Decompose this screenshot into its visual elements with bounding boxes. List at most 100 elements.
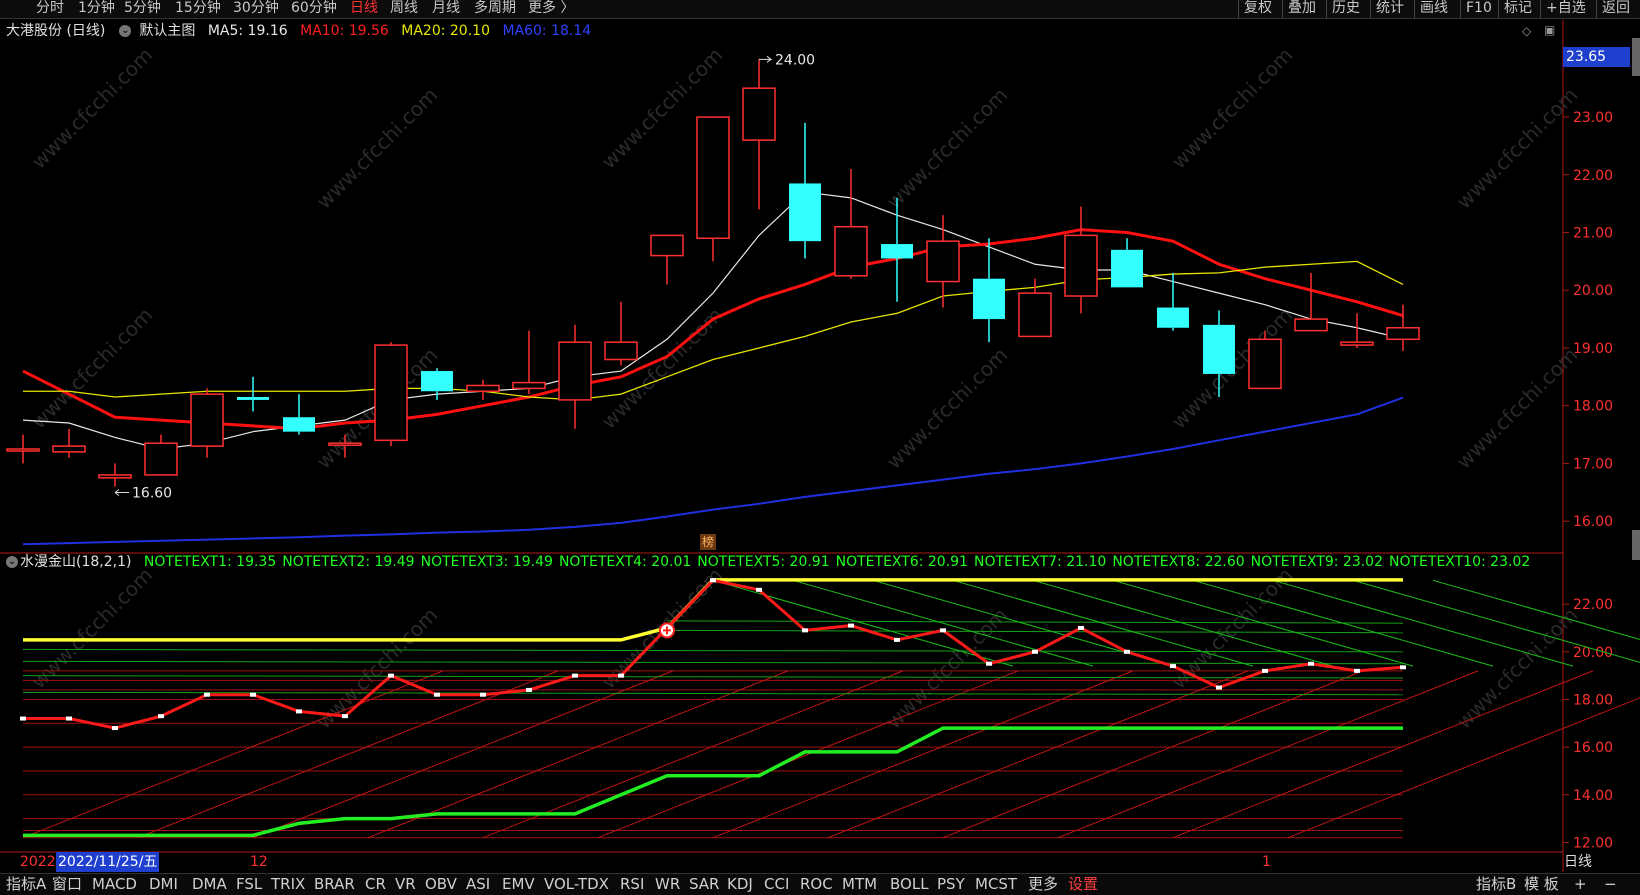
candle [834,169,868,279]
candle [604,301,638,366]
tab-cci[interactable]: CCI [764,874,789,895]
tab-obv[interactable]: OBV [425,874,457,895]
tab-sar[interactable]: SAR [689,874,719,895]
candle-body [52,445,86,453]
candle-body [190,393,224,447]
tab-template[interactable]: 模 板 [1524,874,1559,895]
candle [558,324,592,429]
candle-body [1203,324,1235,374]
tab-dmi[interactable]: DMI [149,874,178,895]
main-point [1262,668,1268,673]
tab-brar[interactable]: BRAR [314,874,355,895]
fan-line [1172,670,1594,839]
current-price-box: 23.65 [1563,47,1630,67]
candle-body [328,442,362,446]
scroll-handle [1632,530,1640,560]
watermark: www.cfcchi.com [312,83,443,214]
price-tick-label: 16.00 [1573,514,1613,530]
tab-roc[interactable]: ROC [800,874,833,895]
tab-window[interactable]: 窗口 [52,874,82,895]
zoom-out-button[interactable]: − [1604,874,1617,895]
main-point [986,661,992,666]
price-tick-label: 18.00 [1573,399,1613,415]
indicator-tick-label: 18.00 [1573,692,1613,708]
main-point [342,714,348,719]
tab-vol-tdx[interactable]: VOL-TDX [544,874,609,895]
price-tick-label: 23.00 [1573,110,1613,126]
chevron-down-icon[interactable]: ⌄ [6,556,18,568]
candle-body [1111,249,1143,288]
indicator-info: ⌄ 水漫金山(18,2,1) NOTETEXT1: 19.35 NOTETEXT2:… [0,551,1530,573]
tab-kdj[interactable]: KDJ [727,874,753,895]
indicator-tick-label: 22.00 [1573,597,1613,613]
tab-wr[interactable]: WR [655,874,680,895]
tab-mtm[interactable]: MTM [842,874,877,895]
watermark: www.cfcchi.com [882,83,1013,214]
tab-cr[interactable]: CR [365,874,386,895]
candle [6,434,40,464]
note-text-8: NOTETEXT8: 22.60 [1112,554,1245,570]
low-arrow [114,489,129,496]
green-line [23,726,1403,838]
candle-body [421,371,453,392]
candle-body [237,397,269,400]
tab-emv[interactable]: EMV [502,874,535,895]
tab-settings[interactable]: 设置 [1068,874,1098,895]
candle [789,122,821,259]
watermark: www.cfcchi.com [882,343,1013,474]
candle [512,330,546,395]
candle [1064,206,1098,314]
fan-line [942,670,1364,839]
note-text-9: NOTETEXT9: 23.02 [1250,554,1383,570]
main-point [756,587,762,592]
indicator-tick-label: 14.00 [1573,788,1613,804]
tab-boll[interactable]: BOLL [890,874,929,895]
candle-body [98,474,132,479]
candle [190,388,224,458]
tab-macd[interactable]: MACD [92,874,137,895]
candle-body [604,341,638,361]
main-point [112,726,118,731]
note-text-2: NOTETEXT2: 19.49 [282,554,415,570]
chart-canvas: www.cfcchi.com www.cfcchi.com www.cfcchi.c… [0,20,1640,872]
main-point [1124,649,1130,654]
tab-dma[interactable]: DMA [192,874,227,895]
tab-more[interactable]: 更多 [1028,874,1058,895]
candle-body [6,448,40,452]
candle-body [789,183,821,242]
rank-badge[interactable]: 榜 [700,534,716,550]
note-text-7: NOTETEXT7: 21.10 [973,554,1107,570]
tab-asi[interactable]: ASI [466,874,490,895]
tab-indicator-a[interactable]: 指标A [6,874,46,895]
main-point [434,692,440,697]
candle-body [973,278,1005,320]
x-label-jan: 1 [1262,854,1271,870]
candle-body [374,344,408,442]
x-label-year: 2022 [20,854,56,870]
candle [1294,272,1328,332]
candle [466,379,500,400]
tab-fsl[interactable]: FSL [236,874,262,895]
tab-indicator-b[interactable]: 指标B [1476,874,1516,895]
note-text-5: NOTETEXT5: 20.91 [697,554,830,570]
main-point [250,692,256,697]
tab-rsi[interactable]: RSI [620,874,644,895]
tab-trix[interactable]: TRIX [271,874,305,895]
tab-psy[interactable]: PSY [937,874,965,895]
main-point [526,687,532,692]
main-point [710,578,716,583]
tab-vr[interactable]: VR [395,874,416,895]
candle [144,434,178,476]
price-tick-label: 19.00 [1573,341,1613,357]
main-point [1308,661,1314,666]
main-point [1032,649,1038,654]
indicator-name[interactable]: 水漫金山(18,2,1) [20,554,131,570]
zoom-in-button[interactable]: + [1574,874,1587,895]
candle [1111,238,1143,288]
candle-body [558,341,592,401]
tab-mcst[interactable]: MCST [975,874,1017,895]
watermark: www.cfcchi.com [27,43,158,174]
candle-body [696,116,730,240]
main-point [66,716,72,721]
candle-body [1018,292,1052,338]
